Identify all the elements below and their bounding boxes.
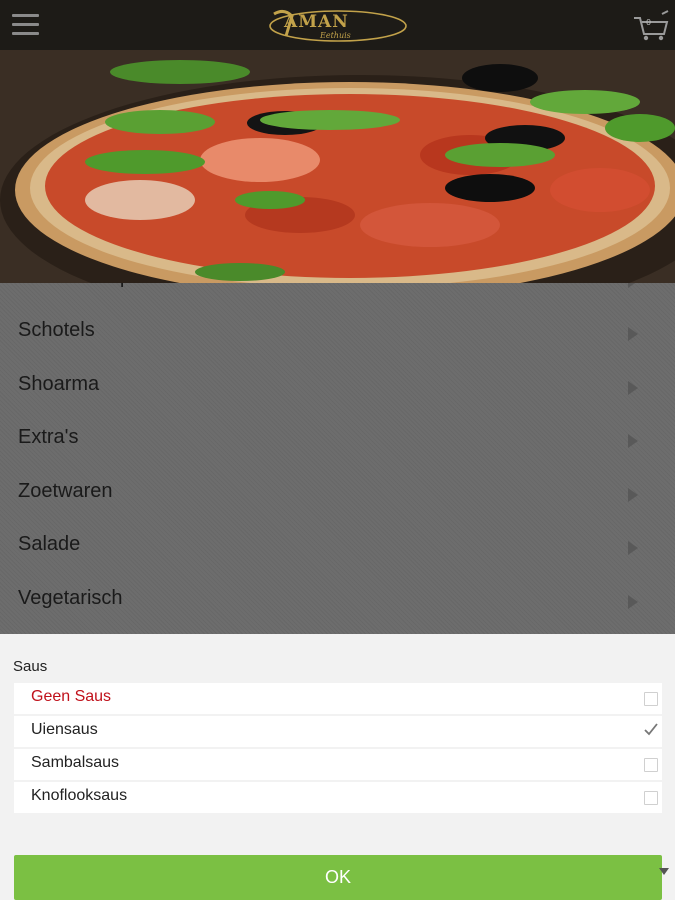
option-uiensaus[interactable]: Uiensaus: [14, 716, 662, 747]
logo-text: AMAN: [284, 12, 349, 32]
hamburger-menu-icon[interactable]: [12, 14, 39, 36]
option-label: Sambalsaus: [31, 754, 120, 771]
category-shoarma[interactable]: Shoarma: [0, 361, 675, 414]
category-list: Durum/Wrap Schotels Shoarma Extra's Zoet…: [0, 250, 675, 634]
chevron-right-icon: [628, 381, 638, 395]
category-vegetarisch[interactable]: Vegetarisch: [0, 575, 675, 628]
option-geen-saus[interactable]: Geen Saus: [14, 683, 662, 714]
chevron-right-icon: [628, 488, 638, 502]
checkmark-icon[interactable]: [643, 721, 659, 737]
option-label: Knoflooksaus: [31, 787, 128, 804]
category-label: Vegetarisch: [18, 587, 123, 609]
option-knoflooksaus[interactable]: Knoflooksaus: [14, 782, 662, 813]
chevron-right-icon: [628, 595, 638, 609]
category-label: Schotels: [18, 319, 95, 341]
hero-pizza-image: [0, 50, 675, 283]
logo-subtitle: Eethuis: [320, 31, 351, 40]
category-zoetwaren[interactable]: Zoetwaren: [0, 468, 675, 521]
checkbox[interactable]: [644, 791, 658, 805]
chevron-right-icon: [628, 327, 638, 341]
checkbox[interactable]: [644, 758, 658, 772]
category-label: Zoetwaren: [18, 480, 113, 502]
checkbox[interactable]: [644, 692, 658, 706]
ok-button[interactable]: OK: [14, 855, 662, 900]
category-label: Extra's: [18, 426, 79, 448]
sauce-options-sheet: Saus Geen Saus Uiensaus Sambalsaus Knofl…: [0, 634, 675, 900]
category-salade[interactable]: Salade: [0, 521, 675, 574]
caret-down-icon: [659, 868, 669, 875]
category-extras[interactable]: Extra's: [0, 414, 675, 467]
cart-count-badge: 0: [646, 18, 652, 27]
option-label: Geen Saus: [31, 688, 112, 705]
category-label: Salade: [18, 533, 81, 555]
sheet-title: Saus: [13, 658, 48, 675]
chevron-right-icon: [628, 434, 638, 448]
option-sambalsaus[interactable]: Sambalsaus: [14, 749, 662, 780]
option-label: Uiensaus: [31, 721, 98, 738]
category-label: Shoarma: [18, 373, 100, 395]
category-schotels[interactable]: Schotels: [0, 307, 675, 360]
app-header: AMAN Eethuis 0: [0, 0, 675, 50]
chevron-right-icon: [628, 541, 638, 555]
